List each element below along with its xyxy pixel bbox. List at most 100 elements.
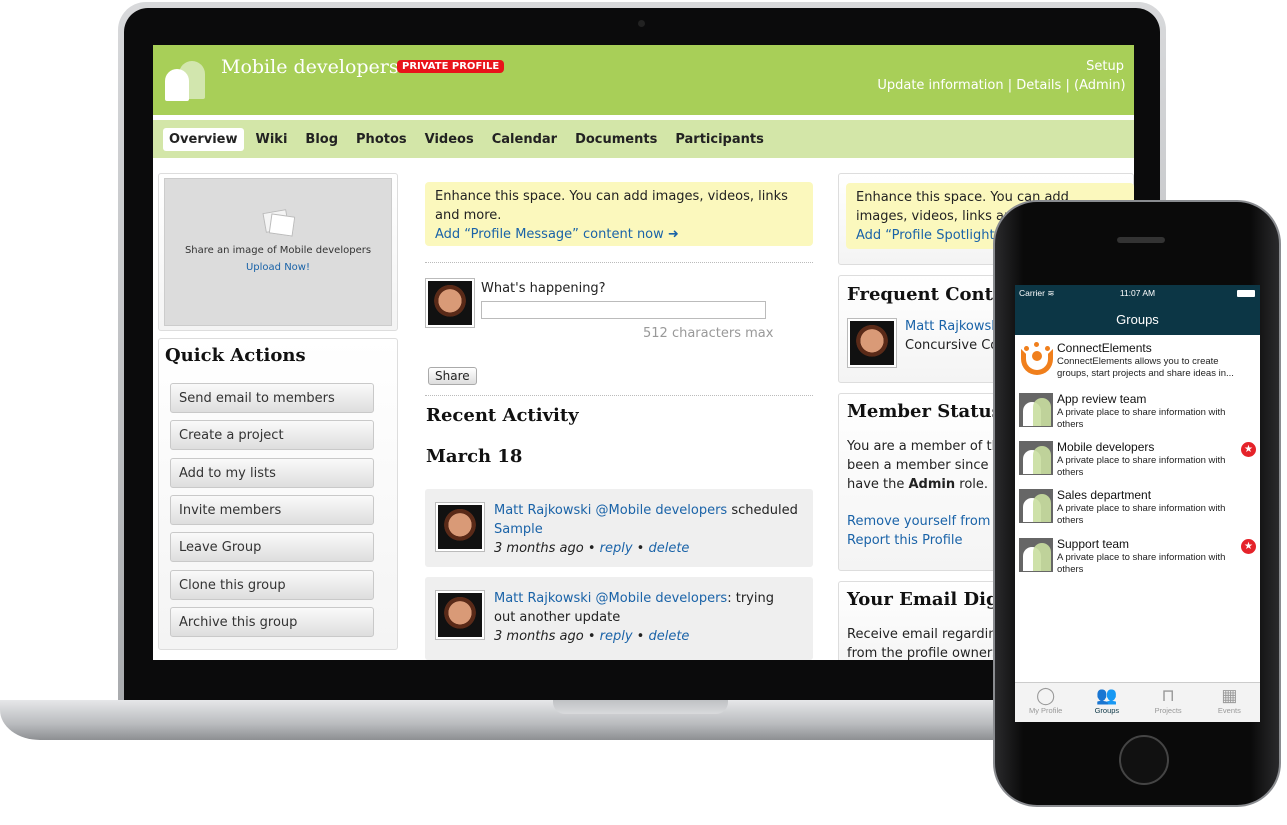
add-profile-message-link[interactable]: Add “Profile Message” content now ➜ — [435, 225, 803, 244]
timestamp: 3 months ago — [494, 541, 584, 556]
divider — [425, 395, 813, 396]
activity-item: Matt Rajkowski @Mobile developers schedu… — [425, 489, 813, 567]
tab-calendar[interactable]: Calendar — [486, 128, 563, 151]
share-button[interactable]: Share — [428, 367, 477, 385]
group-item-connectelements[interactable]: ConnectElements ConnectElements allows y… — [1015, 339, 1260, 387]
group-description: A private place to share information wit… — [1057, 407, 1226, 430]
tab-photos[interactable]: Photos — [350, 128, 413, 151]
tab-groups[interactable]: 👥 Groups — [1076, 683, 1137, 722]
user-avatar — [436, 591, 484, 639]
tab-participants[interactable]: Participants — [669, 128, 769, 151]
image-prompt: Share an image of Mobile developers — [184, 245, 372, 256]
add-profile-message-label: Add “Profile Message” content now — [435, 227, 664, 242]
phone-title: Groups — [1116, 312, 1159, 327]
status-input[interactable] — [481, 301, 766, 319]
add-to-lists-button[interactable]: Add to my lists — [170, 458, 374, 488]
archive-group-button[interactable]: Archive this group — [170, 607, 374, 637]
camera — [638, 20, 645, 27]
group-link[interactable]: @Mobile developers — [596, 503, 728, 518]
private-profile-badge: PRIVATE PROFILE — [397, 60, 505, 73]
details-link[interactable]: Details — [1016, 78, 1061, 93]
tab-documents[interactable]: Documents — [569, 128, 663, 151]
tab-videos[interactable]: Videos — [419, 128, 480, 151]
group-description: A private place to share information wit… — [1057, 455, 1226, 478]
delete-link[interactable]: delete — [648, 541, 689, 556]
user-link[interactable]: Matt Rajkowski — [494, 503, 591, 518]
activity-date: March 18 — [426, 446, 523, 467]
group-name: ConnectElements — [1057, 341, 1152, 355]
tab-events[interactable]: ▦ Events — [1199, 683, 1260, 722]
home-button[interactable] — [1119, 735, 1169, 785]
group-icon — [1019, 489, 1053, 523]
email-digest-title: Your Email Dig — [847, 589, 999, 610]
reply-link[interactable]: reply — [600, 629, 633, 644]
group-name: Support team — [1057, 537, 1130, 551]
invite-members-button[interactable]: Invite members — [170, 495, 374, 525]
group-name: Sales department — [1057, 488, 1152, 502]
user-avatar — [436, 503, 484, 551]
email-text: from the profile owners' — [847, 646, 1003, 660]
tab-blog[interactable]: Blog — [299, 128, 344, 151]
calendar-icon: ▦ — [1221, 686, 1238, 705]
separator: | — [1007, 78, 1013, 93]
clone-group-button[interactable]: Clone this group — [170, 570, 374, 600]
image-upload-area: Share an image of Mobile developers Uplo… — [164, 178, 392, 326]
tab-projects[interactable]: ⊓ Projects — [1138, 683, 1199, 722]
phone-speaker — [1117, 237, 1165, 243]
connectelements-logo-icon — [1021, 342, 1053, 375]
setup-link[interactable]: Setup (Admin) — [1074, 57, 1126, 95]
remove-yourself-link[interactable]: Remove yourself from M — [847, 512, 1006, 531]
group-icon — [1019, 538, 1053, 572]
phone-tab-bar: ◯ My Profile 👥 Groups ⊓ Projects ▦ Events — [1015, 682, 1260, 722]
person-icon: ◯ — [1036, 686, 1056, 705]
leave-group-button[interactable]: Leave Group — [170, 532, 374, 562]
send-email-button[interactable]: Send email to members — [170, 383, 374, 413]
member-role-text: have the Admin role. — [847, 477, 989, 492]
user-avatar — [426, 279, 474, 327]
group-description: A private place to share information wit… — [1057, 552, 1226, 575]
character-limit-hint: 512 characters max — [643, 326, 774, 341]
create-project-button[interactable]: Create a project — [170, 420, 374, 450]
group-item-sales-department[interactable]: Sales department A private place to shar… — [1015, 486, 1260, 534]
upload-now-link[interactable]: Upload Now! — [165, 262, 391, 273]
header-links: Update information | Details | Setup (Ad… — [877, 57, 1126, 95]
laptop-notch — [553, 700, 728, 714]
group-name: Mobile developers — [1057, 440, 1155, 454]
report-profile-link[interactable]: Report this Profile — [847, 531, 1006, 550]
status-label: What's happening? — [481, 281, 606, 296]
phone-nav-bar: Carrier ≋ 11:07 AM Groups — [1015, 285, 1260, 335]
quick-actions-title: Quick Actions — [165, 345, 306, 366]
group-icon — [1019, 441, 1053, 475]
activity-item: Matt Rajkowski @Mobile developers: tryin… — [425, 577, 813, 660]
group-link[interactable]: @Mobile developers — [596, 591, 728, 606]
event-link[interactable]: Sample — [494, 522, 543, 537]
frequent-contributors-title: Frequent Cont — [847, 284, 993, 305]
member-text: been a member since 1 — [847, 458, 1001, 473]
group-item-support-team[interactable]: Support team A private place to share in… — [1015, 535, 1260, 583]
update-information-link[interactable]: Update information — [877, 78, 1003, 93]
quick-actions-panel: Quick Actions Send email to members Crea… — [158, 338, 398, 650]
phone-screen: Carrier ≋ 11:07 AM Groups ConnectElement… — [1015, 285, 1260, 722]
contributor-link[interactable]: Matt Rajkowski — [905, 319, 1002, 334]
email-text: Receive email regarding — [847, 627, 1005, 642]
laptop-screen: Mobile developers PRIVATE PROFILE Update… — [153, 45, 1134, 660]
reply-link[interactable]: reply — [600, 541, 633, 556]
group-avatar-icon — [165, 61, 209, 101]
tab-overview[interactable]: Overview — [163, 127, 244, 151]
arrow-circle-icon: ➜ — [667, 227, 679, 242]
enhance-message-box: Enhance this space. You can add images, … — [425, 182, 813, 246]
delete-link[interactable]: delete — [648, 629, 689, 644]
activity-text: scheduled — [731, 503, 798, 518]
user-link[interactable]: Matt Rajkowski — [494, 591, 591, 606]
tab-my-profile[interactable]: ◯ My Profile — [1015, 683, 1076, 722]
contributor-avatar — [848, 319, 896, 367]
member-text: You are a member of th — [847, 439, 1000, 454]
group-item-mobile-developers[interactable]: Mobile developers A private place to sha… — [1015, 438, 1260, 486]
group-item-app-review-team[interactable]: App review team A private place to share… — [1015, 390, 1260, 438]
contributor-org: Concursive Co — [905, 338, 999, 353]
tab-wiki[interactable]: Wiki — [250, 128, 294, 151]
group-description: A private place to share information wit… — [1057, 503, 1226, 526]
nav-tabs: Overview Wiki Blog Photos Videos Calenda… — [153, 120, 1134, 158]
group-header: Mobile developers PRIVATE PROFILE Update… — [153, 45, 1134, 115]
enhance-text: Enhance this space. You can add images, … — [435, 189, 788, 223]
